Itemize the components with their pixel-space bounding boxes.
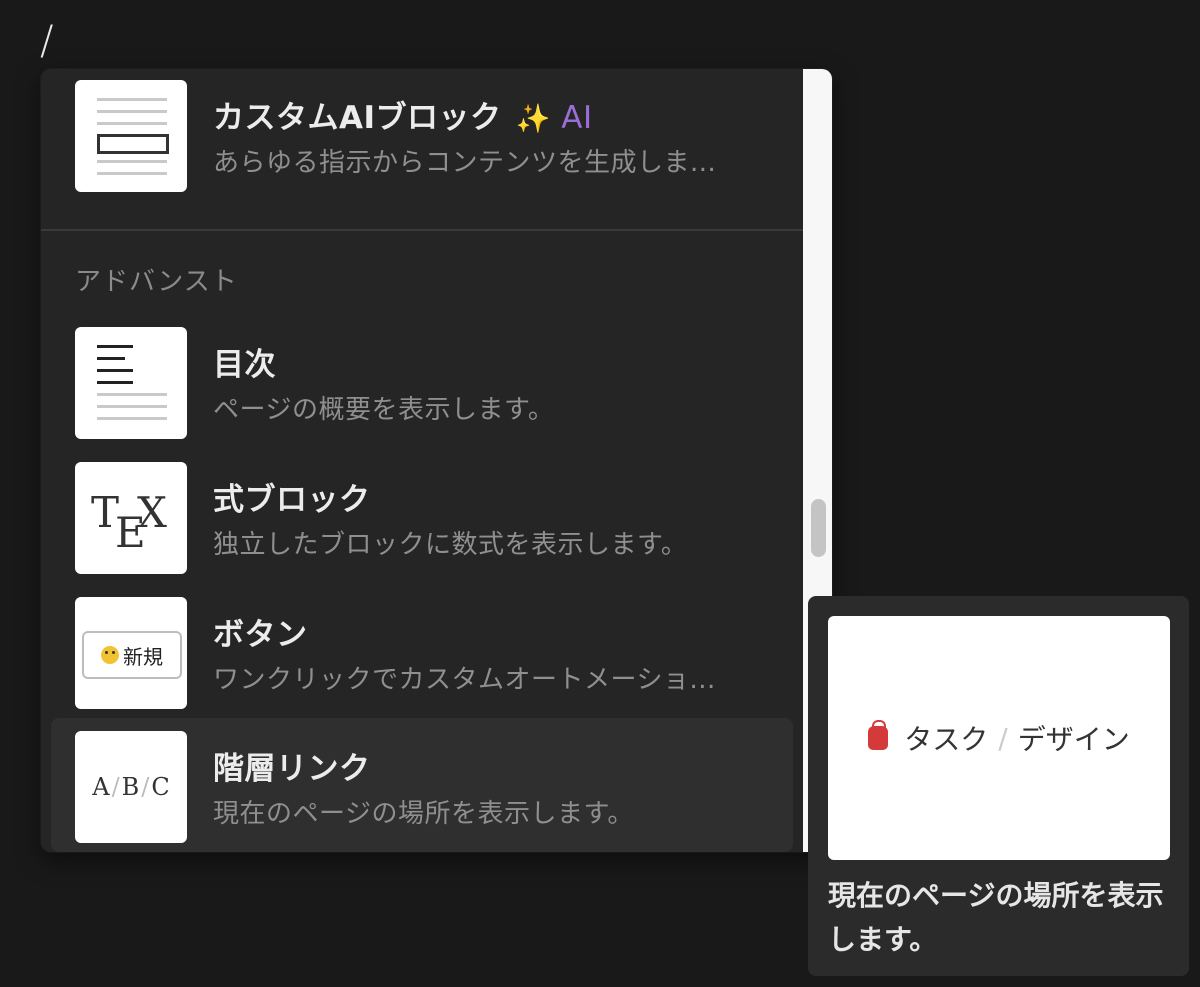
ai-item-title: カスタムAIブロック	[213, 100, 502, 136]
menu-item-equation-block[interactable]: T E X 式ブロック 独立したブロックに数式を表示します。	[75, 462, 775, 574]
block-preview-tooltip: タスク / デザイン 現在のページの場所を表示します。	[808, 596, 1189, 976]
tex-thumbnail-icon: T E X	[75, 462, 187, 574]
menu-item-desc: 現在のページの場所を表示します。	[213, 799, 634, 829]
menu-item-desc: ワンクリックでカスタムオートメーショ...	[213, 665, 716, 695]
menu-item-title: カスタムAIブロック ✨ AI	[213, 92, 593, 137]
smiley-icon	[101, 646, 119, 664]
menu-item-title: 階層リンク	[213, 751, 371, 787]
button-preview-shape: 新規	[82, 631, 182, 679]
preview-crumb-separator: /	[998, 721, 1008, 755]
breadcrumb-preview-image: タスク / デザイン	[828, 616, 1170, 860]
menu-divider	[41, 229, 803, 231]
menu-item-custom-ai-block[interactable]: カスタムAIブロック ✨ AI あらゆる指示からコンテンツを生成しま...	[75, 80, 775, 192]
ai-badge: ✨ AI	[516, 100, 593, 136]
slash-command-menu: カスタムAIブロック ✨ AI あらゆる指示からコンテンツを生成しま... アドバ…	[41, 69, 832, 852]
menu-item-desc: あらゆる指示からコンテンツを生成しま...	[213, 148, 717, 178]
menu-item-desc: 独立したブロックに数式を表示します。	[213, 530, 688, 560]
ai-badge-label: AI	[561, 100, 593, 136]
menu-item-title: ボタン	[213, 617, 308, 653]
toc-thumbnail-icon	[75, 327, 187, 439]
crumb-letter-b: B	[121, 773, 140, 801]
menu-item-button[interactable]: 新規 ボタン ワンクリックでカスタムオートメーショ...	[75, 597, 775, 709]
preview-crumb-2: デザイン	[1017, 723, 1130, 756]
backpack-icon	[868, 720, 889, 750]
sparkle-icon: ✨	[515, 102, 551, 135]
slash-command-trigger: /	[40, 18, 54, 64]
input-box-shape	[97, 134, 169, 154]
menu-scrollbar-thumb[interactable]	[811, 499, 826, 557]
menu-item-title: 式ブロック	[213, 482, 371, 518]
preview-description: 現在のページの場所を表示します。	[828, 879, 1164, 956]
tex-letter-x: X	[137, 488, 167, 537]
button-thumbnail-icon: 新規	[75, 597, 187, 709]
menu-item-desc: ページの概要を表示します。	[213, 395, 555, 425]
crumb-letter-a: A	[92, 773, 110, 801]
breadcrumb-thumbnail-icon: A / B / C	[75, 731, 187, 843]
menu-item-table-of-contents[interactable]: 目次 ページの概要を表示します。	[75, 327, 775, 439]
preview-crumb-1: タスク	[904, 723, 989, 756]
crumb-letter-c: C	[151, 773, 170, 801]
ai-block-thumbnail-icon	[75, 80, 187, 192]
menu-item-title: 目次	[213, 347, 276, 383]
section-label-advanced: アドバンスト	[75, 267, 238, 297]
menu-item-breadcrumb[interactable]: A / B / C 階層リンク 現在のページの場所を表示します。	[75, 731, 775, 843]
button-preview-label: 新規	[123, 644, 163, 669]
